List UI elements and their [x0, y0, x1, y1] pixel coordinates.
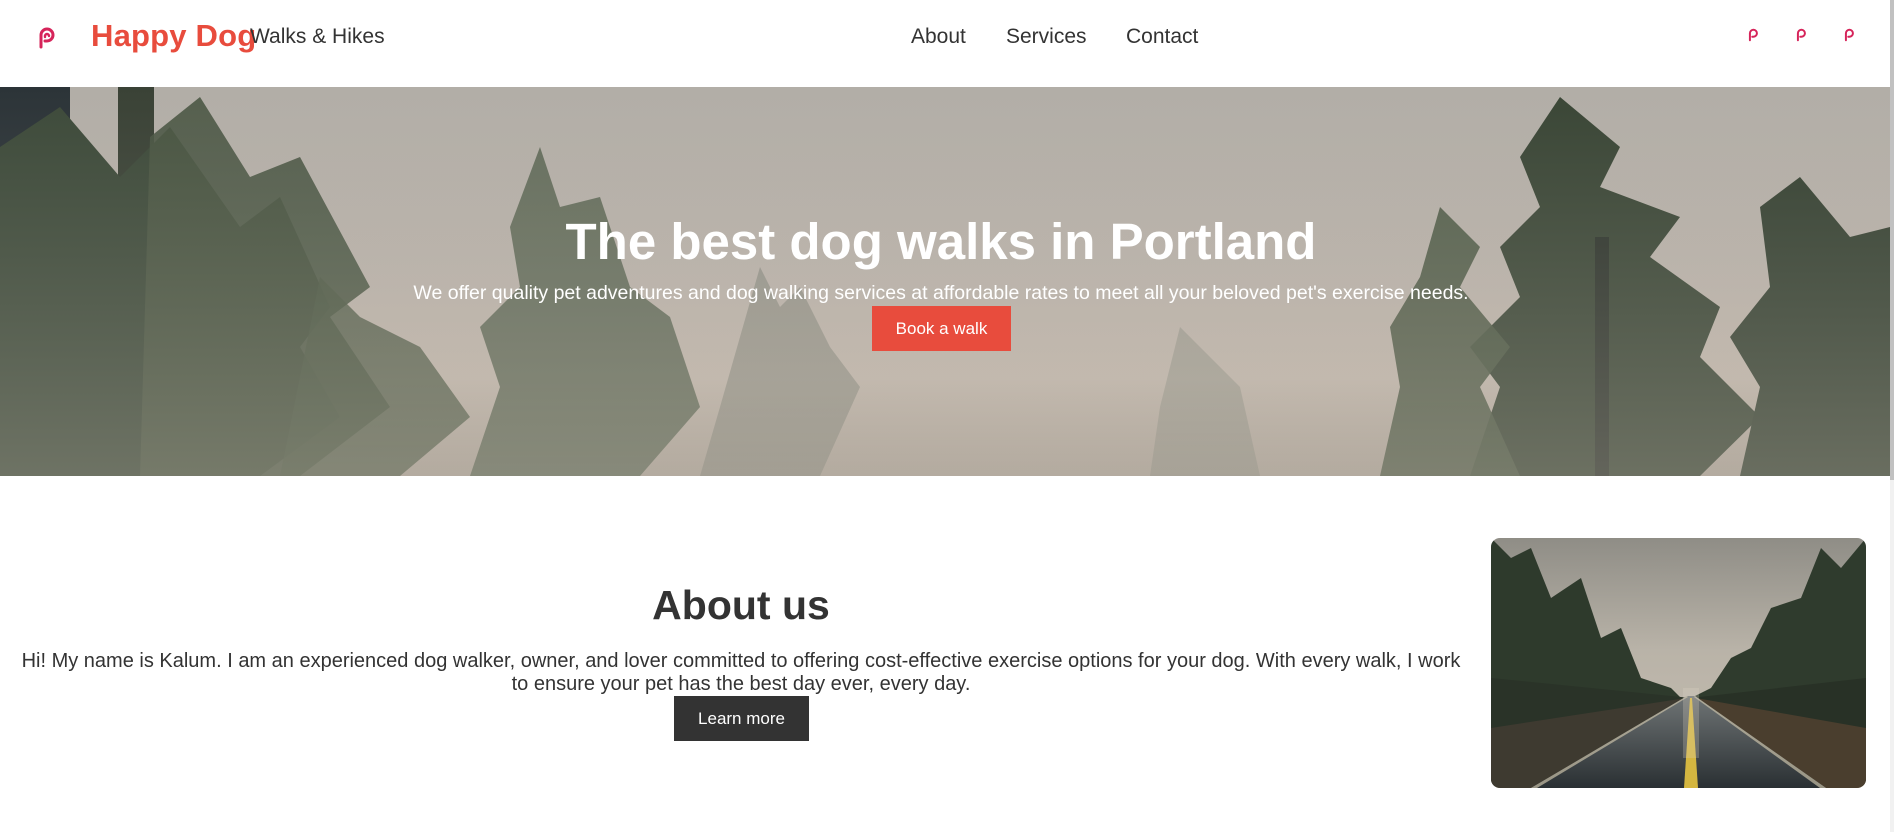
social-link-icon[interactable]	[1747, 28, 1761, 42]
main-nav: About Services Contact	[0, 25, 1894, 53]
nav-link-services[interactable]: Services	[1006, 25, 1087, 49]
scrollbar-thumb[interactable]	[1890, 0, 1894, 480]
hero-subtitle: We offer quality pet adventures and dog …	[413, 282, 1469, 304]
hero-section: The best dog walks in Portland We offer …	[0, 87, 1890, 476]
nav-link-contact[interactable]: Contact	[1126, 25, 1198, 49]
about-text: Hi! My name is Kalum. I am an experience…	[21, 650, 1461, 695]
nav-link-about[interactable]: About	[911, 25, 966, 49]
learn-more-button[interactable]: Learn more	[674, 696, 809, 741]
site-header: Happy Dog Walks & Hikes About Services C…	[0, 0, 1894, 87]
social-link-icon[interactable]	[1795, 28, 1809, 42]
social-link-icon[interactable]	[1843, 28, 1857, 42]
hero-title: The best dog walks in Portland	[565, 213, 1317, 270]
book-a-walk-button[interactable]: Book a walk	[872, 306, 1011, 351]
about-title: About us	[652, 582, 830, 628]
about-photo-forest-road	[1491, 538, 1866, 788]
